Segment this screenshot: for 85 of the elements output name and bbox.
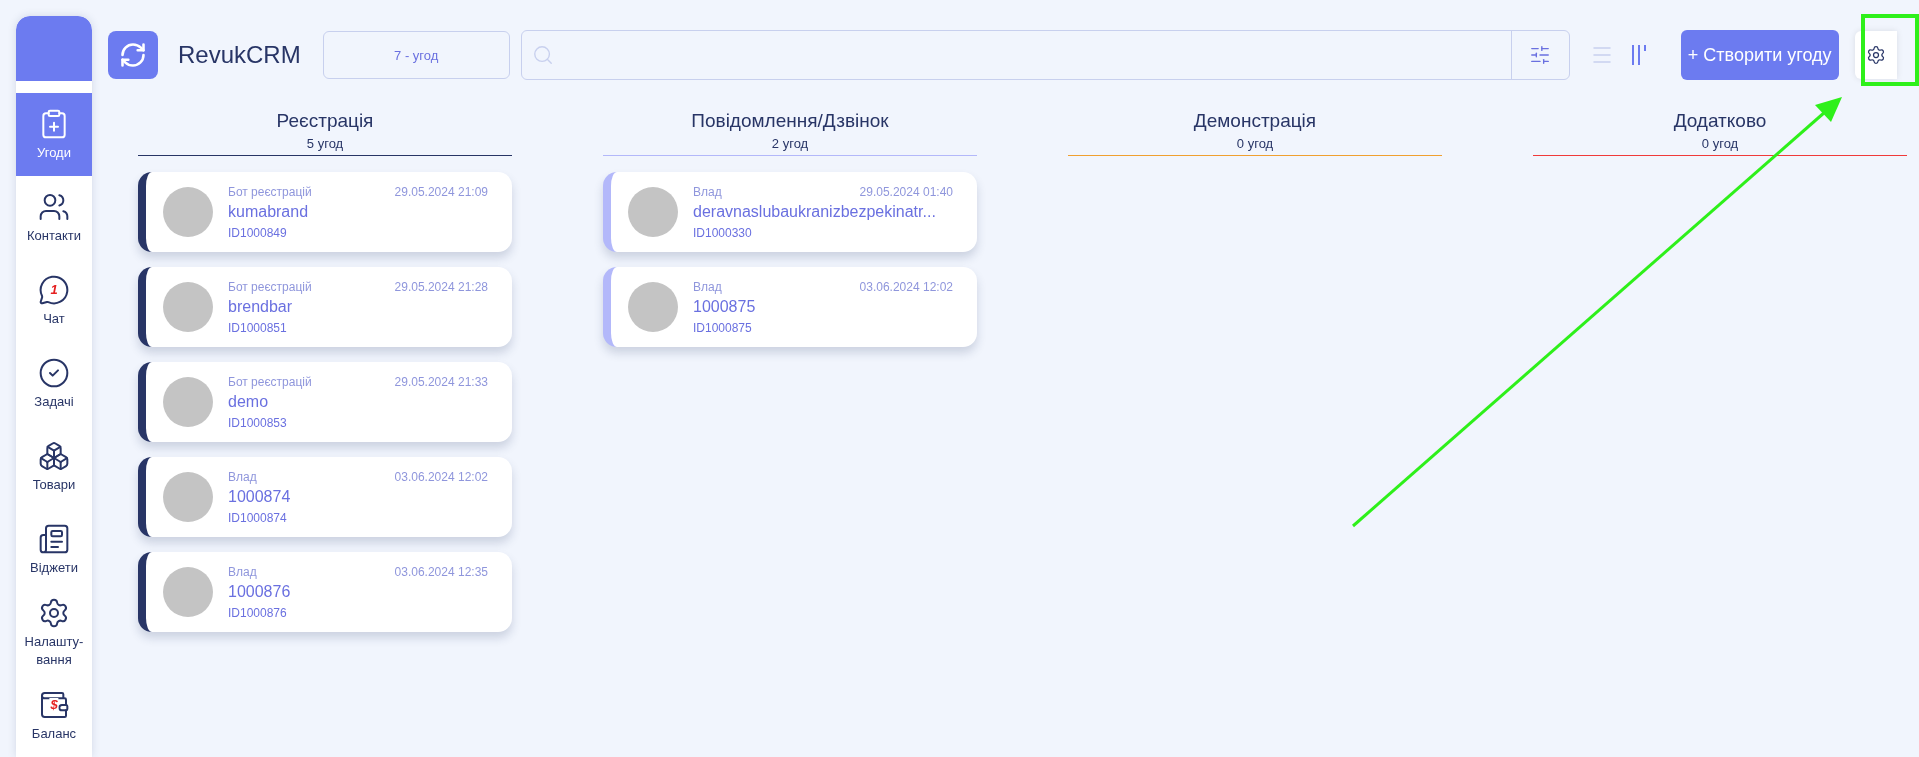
column-title: Реєстрація <box>275 110 375 132</box>
deal-name: 1000874 <box>228 487 292 506</box>
column-count: 0 угод <box>1533 136 1907 156</box>
avatar <box>628 282 678 332</box>
sidebar-item[interactable]: Віджети <box>16 508 92 591</box>
card-author: Бот реєстрацій <box>228 279 312 294</box>
deal-card[interactable]: Бот реєстрацій 29.05.2024 21:33 demo ID1000853 <box>138 362 512 442</box>
deal-id: ID1000876 <box>228 605 288 620</box>
column-count: 0 угод <box>1068 136 1442 156</box>
sidebar-label: Баланс <box>30 724 78 743</box>
sidebar-label: Налашту-вання <box>23 632 85 669</box>
sidebar-item[interactable]: 1 Чат <box>16 259 92 342</box>
deal-name: brendbar <box>228 297 294 316</box>
badge-label: 1 <box>49 282 59 296</box>
sidebar-item[interactable]: Товари <box>16 425 92 508</box>
deal-id: ID1000853 <box>228 415 288 430</box>
card-author: Влад <box>228 469 257 484</box>
sidebar-label: Угоди <box>36 143 72 162</box>
card-date: 29.05.2024 01:40 <box>859 184 953 199</box>
card-author: Влад <box>693 279 722 294</box>
create-deal-button[interactable]: + Створити угоду <box>1680 30 1839 80</box>
sliders-icon <box>1529 44 1552 66</box>
sidebar-item[interactable]: $ Баланс <box>16 674 92 757</box>
settings-icon <box>1865 45 1886 65</box>
column-title: Повідомлення/Дзвінок <box>690 110 890 132</box>
sidebar-label: Задачі <box>33 392 75 411</box>
deal-name: kumabrand <box>228 202 310 221</box>
refresh-icon <box>119 41 147 69</box>
card-author: Бот реєстрацій <box>228 184 312 199</box>
settings-button[interactable] <box>1854 31 1897 79</box>
sidebar-item[interactable]: Налашту-вання <box>16 591 92 674</box>
card-date: 29.05.2024 21:33 <box>394 374 488 389</box>
column-count: 5 угод <box>138 136 512 156</box>
deal-name: demo <box>228 392 270 411</box>
avatar <box>163 377 213 427</box>
highlight-frame <box>1861 14 1919 86</box>
sidebar-item[interactable]: Угоди <box>16 93 92 176</box>
column-count: 2 угод <box>603 136 977 156</box>
avatar <box>628 187 678 237</box>
kanban-view-icon <box>1630 43 1649 67</box>
deal-card[interactable]: Влад 03.06.2024 12:35 1000876 ID1000876 <box>138 552 512 632</box>
card-date: 29.05.2024 21:28 <box>394 279 488 294</box>
search-field[interactable] <box>520 30 1570 80</box>
deal-card[interactable]: Влад 03.06.2024 12:02 1000875 ID1000875 <box>603 267 977 347</box>
avatar <box>163 472 213 522</box>
deal-count-field[interactable]: 7 - угод <box>322 31 510 79</box>
check-circle-icon <box>38 356 70 389</box>
deal-card[interactable]: Бот реєстрацій 29.05.2024 21:09 kumabrand ID1000849 <box>138 172 512 252</box>
card-date: 29.05.2024 21:09 <box>394 184 488 199</box>
sidebar-label: Контакти <box>25 226 83 245</box>
card-date: 03.06.2024 12:02 <box>394 469 488 484</box>
badge-label: $ <box>49 697 59 711</box>
deal-name: deravnaslubaukranizbezpekinatr... <box>693 202 937 221</box>
deal-card[interactable]: Влад 03.06.2024 12:02 1000874 ID1000874 <box>138 457 512 537</box>
deal-id: ID1000874 <box>228 510 288 525</box>
settings-icon <box>38 596 70 629</box>
refresh-button[interactable] <box>108 31 158 79</box>
search-icon <box>531 44 554 66</box>
app-name: RevukCRM <box>178 41 301 69</box>
column-title: Демонстрація <box>1192 110 1318 132</box>
deal-id: ID1000330 <box>693 225 753 240</box>
sidebar-item[interactable]: Задачі <box>16 342 92 425</box>
deal-card[interactable]: Бот реєстрацій 29.05.2024 21:28 brendbar ID1000851 <box>138 267 512 347</box>
card-author: Влад <box>228 564 257 579</box>
deal-id: ID1000875 <box>693 320 753 335</box>
avatar <box>163 567 213 617</box>
newspaper-icon <box>38 522 70 555</box>
deal-id: ID1000849 <box>228 225 288 240</box>
avatar <box>163 187 213 237</box>
card-author: Бот реєстрацій <box>228 374 312 389</box>
deal-id: ID1000851 <box>228 320 288 335</box>
boxes-icon <box>38 439 70 472</box>
card-author: Влад <box>693 184 722 199</box>
sidebar-label: Віджети <box>29 558 79 577</box>
deal-name: 1000876 <box>228 582 292 601</box>
column-title: Додатково <box>1672 110 1768 132</box>
sidebar-label: Чат <box>42 309 66 328</box>
avatar <box>163 282 213 332</box>
deal-name: 1000875 <box>693 297 757 316</box>
deal-card[interactable]: Влад 29.05.2024 01:40 deravnaslubaukranizbezpekinatr... ID1000330 <box>603 172 977 252</box>
card-date: 03.06.2024 12:02 <box>859 279 953 294</box>
sidebar-label: Товари <box>31 475 77 494</box>
sidebar-item[interactable]: Контакти <box>16 176 92 259</box>
chat-bubble-icon <box>38 273 70 306</box>
card-date: 03.06.2024 12:35 <box>394 564 488 579</box>
